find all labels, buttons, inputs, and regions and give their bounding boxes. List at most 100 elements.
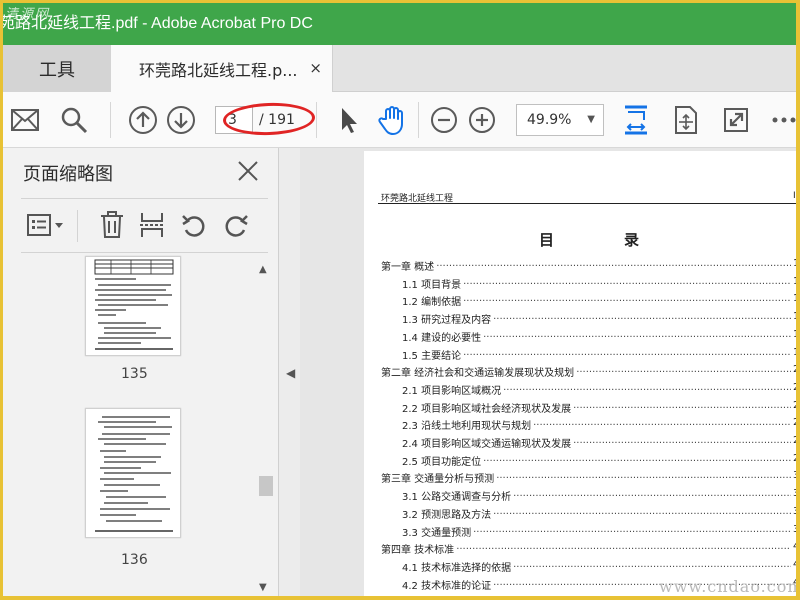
fit-width-icon[interactable]	[620, 104, 652, 136]
arrow-down-icon[interactable]	[165, 104, 197, 136]
page-thumbnail[interactable]	[85, 256, 181, 356]
toc-entry-text: 4.3 车道数的论证	[402, 594, 481, 596]
toc-entry[interactable]: 3.3 交通量预测...............................…	[364, 524, 796, 541]
hand-icon[interactable]	[377, 104, 409, 136]
chevron-up-icon[interactable]: ▲	[259, 264, 267, 275]
pane-splitter[interactable]: ◀	[280, 148, 300, 596]
toc-entry[interactable]: 第一章 概述..................................…	[364, 258, 800, 275]
thumbnail-page-label: 136	[121, 552, 148, 568]
toc-entry-text: 1.1 项目背景	[402, 279, 462, 291]
arrow-up-icon[interactable]	[127, 104, 159, 136]
zoom-in-icon[interactable]	[466, 104, 498, 136]
chevron-down-icon[interactable]: ▼	[259, 582, 267, 593]
toc-entry-text: 3.3 交通量预测	[402, 527, 472, 539]
fullscreen-icon[interactable]	[720, 104, 752, 136]
toc-entry[interactable]: 1.5 主要结论................................…	[364, 346, 800, 364]
toc-entry-page: 3	[793, 505, 800, 517]
page-thumbnail[interactable]	[85, 408, 181, 538]
tab-document[interactable]: 环莞路北延线工程.p... ×	[111, 45, 333, 92]
toc-leader-dots: ........................................…	[573, 399, 791, 411]
toc-leader-dots: ........................................…	[463, 293, 791, 305]
toc-entry[interactable]: 2.2 项目影响区域社会经济现状及发展.....................…	[364, 399, 796, 417]
trash-icon[interactable]	[97, 210, 127, 240]
page-header-number: I	[793, 191, 796, 201]
zoom-out-icon[interactable]	[428, 104, 460, 136]
select-arrow-icon[interactable]	[333, 104, 365, 136]
insert-page-icon[interactable]	[137, 210, 167, 240]
toc-entry-text: 1.3 研究过程及内容	[402, 315, 492, 327]
toc-entry[interactable]: 3.1 公路交通调查与分析...........................…	[364, 488, 800, 505]
toc-leader-dots: ........................................…	[463, 346, 791, 358]
toc-leader-dots: ........................................…	[513, 488, 791, 500]
document-view: 环莞路北延线工程 I 目录 第一章 概述....................…	[300, 148, 800, 596]
scrollbar-thumb[interactable]	[259, 476, 273, 496]
toc-entry[interactable]: 2.1 项目影响区域概况............................…	[364, 382, 796, 399]
more-icon[interactable]	[768, 104, 796, 136]
page-total: / 191	[259, 112, 295, 128]
toc-entry-text: 4.1 技术标准选择的依据	[402, 562, 512, 574]
thumbnail-options-icon[interactable]	[25, 210, 65, 240]
close-tab-icon[interactable]: ×	[309, 59, 322, 77]
toc-entry-page: 1	[793, 258, 800, 269]
collapse-pane-icon[interactable]: ◀	[286, 366, 295, 380]
toc-entry-text: 2.4 项目影响区域交通运输现状及发展	[402, 439, 572, 450]
toc-entry[interactable]: 2.3 沿线土地利用现状与规划.........................…	[364, 417, 800, 434]
tab-tools[interactable]: 工具	[3, 45, 111, 92]
toc-entry[interactable]: 1.2 编制依据................................…	[364, 293, 796, 310]
zoom-level-select[interactable]: 49.9% ▼	[516, 104, 604, 136]
toc-entry-text: 1.4 建设的必要性	[402, 332, 482, 344]
toc-entry-text: 第二章 经济社会和交通运输发展现状及规划	[381, 368, 575, 380]
toc-leader-dots: ........................................…	[493, 311, 791, 323]
toc-leader-dots: ........................................…	[493, 505, 791, 517]
toc-entry[interactable]: 4.1 技术标准选择的依据...........................…	[364, 558, 800, 576]
toc-entry[interactable]: 1.1 项目背景................................…	[364, 275, 796, 293]
toc-leader-dots: ........................................…	[513, 558, 791, 570]
toc-entry[interactable]: 第二章 经济社会和交通运输发展现状及规划....................…	[364, 364, 796, 381]
toc-entry-text: 第一章 概述	[381, 262, 435, 273]
toc-entry-page: 2	[793, 417, 800, 429]
rotate-page-icon[interactable]	[670, 104, 702, 136]
toc-entry-page: 4	[793, 541, 800, 553]
toc-entry-page: 2	[793, 452, 800, 464]
toc-entry-page: 4	[793, 558, 800, 570]
page-number-input[interactable]: 3	[215, 106, 253, 134]
toc-entry-text: 3.1 公路交通调查与分析	[402, 492, 512, 504]
toc-leader-dots: ........................................…	[533, 417, 791, 429]
toc-leader-dots: ........................................…	[576, 364, 791, 376]
toc-entry-text: 2.5 项目功能定位	[402, 456, 482, 468]
rotate-right-icon[interactable]	[221, 210, 251, 240]
tab-bar: 工具 环莞路北延线工程.p... ×	[3, 45, 796, 92]
toc-entry[interactable]: 1.3 研究过程及内容.............................…	[364, 311, 800, 328]
toc-entry-text: 1.5 主要结论	[402, 350, 462, 362]
toc-entry-page: 3	[793, 488, 800, 500]
toolbar-separator	[316, 102, 317, 138]
tab-document-label: 环莞路北延线工程.p...	[139, 60, 298, 80]
toc-entry[interactable]: 1.4 建设的必要性..............................…	[364, 329, 796, 346]
search-icon[interactable]	[58, 104, 90, 136]
toolbar-separator	[110, 102, 111, 138]
mail-icon[interactable]	[9, 104, 41, 136]
chevron-down-icon: ▼	[587, 114, 595, 125]
rotate-left-icon[interactable]	[179, 210, 209, 240]
toc-entry-page: 1	[793, 311, 800, 323]
toc-entry[interactable]: 第三章 交通量分析与预测............................…	[364, 470, 796, 487]
toc-entry-text: 第四章 技术标准	[381, 545, 455, 557]
window-title: 苑路北延线工程.pdf - Adobe Acrobat Pro DC	[3, 15, 313, 32]
toc-entry-text: 第三章 交通量分析与预测	[381, 474, 495, 486]
pane-title: 页面缩略图	[23, 164, 113, 185]
toc-entry[interactable]: 3.2 预测思路及方法.............................…	[364, 505, 800, 523]
thumbnail-scrollbar[interactable]: ▲ ▼	[257, 260, 275, 596]
zoom-level-value: 49.9%	[527, 112, 572, 128]
toc-entry[interactable]: 第四章 技术标准................................…	[364, 541, 800, 558]
toc-entry-page: 1	[793, 346, 800, 358]
toc-leader-dots: ........................................…	[436, 258, 791, 269]
toc-entry[interactable]: 2.5 项目功能定位..............................…	[364, 452, 800, 470]
pdf-page: 环莞路北延线工程 I 目录 第一章 概述....................…	[364, 151, 800, 596]
toc-leader-dots: ........................................…	[496, 470, 791, 482]
thumbnail-page-label: 135	[121, 366, 148, 382]
toc-entry[interactable]: 2.4 项目影响区域交通运输现状及发展.....................…	[364, 435, 796, 452]
toc-leader-dots: ........................................…	[456, 541, 791, 553]
toc-entry-text: 2.1 项目影响区域概况	[402, 385, 502, 397]
close-pane-icon[interactable]	[237, 160, 259, 186]
toc-leader-dots: ........................................…	[463, 275, 791, 287]
